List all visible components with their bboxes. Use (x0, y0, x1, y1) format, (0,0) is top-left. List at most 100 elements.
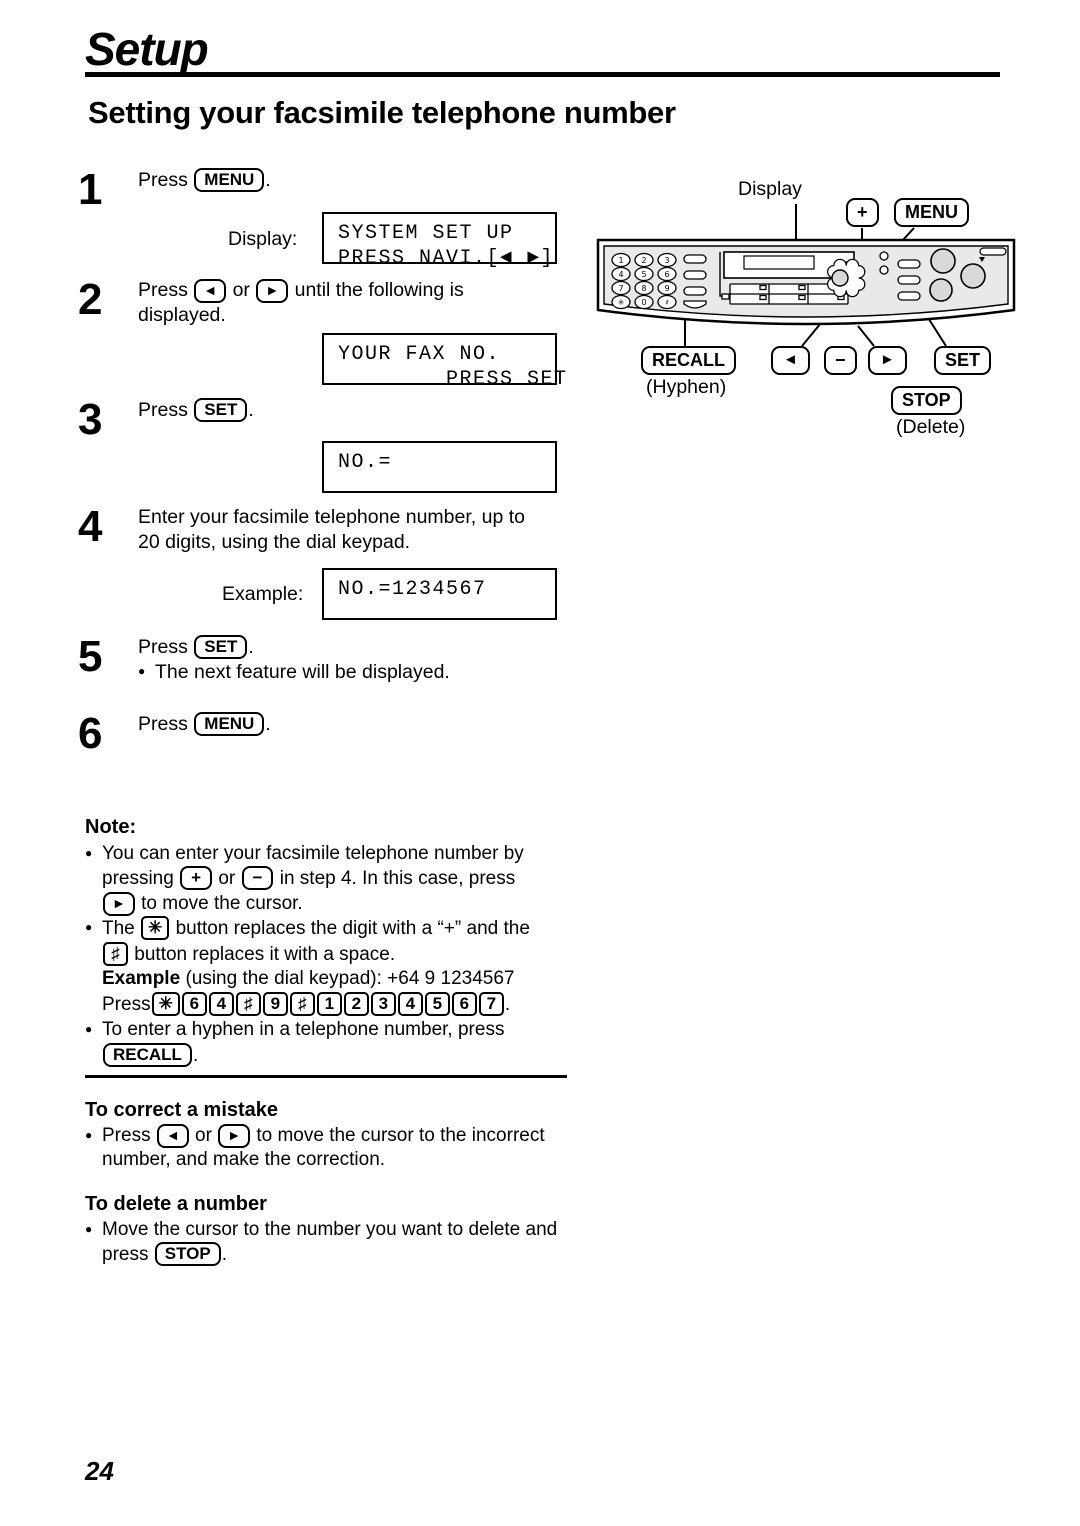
note-bullet-1: You can enter your facsimile telephone n… (85, 841, 585, 917)
recall-key[interactable]: RECALL (103, 1042, 192, 1067)
keypad-key-6[interactable]: 6 (181, 991, 207, 1016)
step-2-tail: until the following is (294, 279, 464, 301)
stop-sub-label: (Delete) (896, 416, 966, 438)
header-divider (85, 72, 1000, 77)
step-4-example-label: Example: (222, 583, 304, 605)
lcd-line-2: PRESS SET (338, 368, 568, 391)
correct-mistake-heading: To correct a mistake (85, 1099, 279, 1121)
set-key[interactable]: SET (194, 635, 248, 659)
left-arrow-key[interactable]: ◄ (194, 279, 227, 303)
note-b2-text3: button replaces it with a space. (134, 943, 396, 965)
step-3-press-label: Press (138, 399, 188, 421)
svg-text:6: 6 (664, 270, 669, 279)
note-b1-text2: in step 4. In this case, press (279, 868, 516, 889)
star-key[interactable]: ✳ (141, 916, 170, 940)
stop-key-callout[interactable]: STOP (891, 386, 962, 415)
step-2-instruction-line2: displayed. (138, 304, 226, 326)
svg-text:1: 1 (618, 256, 623, 265)
correct-mistake-bullet: Press ◄ or ► to move the cursor to the i… (85, 1123, 585, 1173)
step-6-press-label: Press (138, 713, 188, 735)
fax-machine-body: 1 2 3 4 5 6 7 8 9 ✳ 0 ♯ (596, 238, 1016, 326)
note-b3-text1: To enter a hyphen in a telephone number,… (102, 1019, 505, 1040)
keypad-key-7[interactable]: 7 (478, 991, 504, 1016)
keypad-key-hash[interactable]: ♯ (235, 991, 261, 1016)
right-arrow-key-callout[interactable]: ► (868, 346, 907, 375)
svg-text:9: 9 (664, 284, 669, 293)
cm-or: or (195, 1124, 212, 1146)
step-5-instruction: Press SET. (138, 635, 588, 660)
step-5-press-label: Press (138, 636, 188, 658)
dn-period: . (221, 1244, 228, 1265)
keypad-key-1[interactable]: 1 (316, 991, 342, 1016)
minus-key-callout[interactable]: − (824, 346, 857, 375)
step-1-period: . (265, 169, 271, 191)
minus-key[interactable]: − (241, 866, 274, 890)
note-example-line: Example (using the dial keypad): +64 9 1… (85, 967, 585, 992)
step-2-press-label: Press (138, 279, 188, 301)
step-4-instruction-line1: Enter your facsimile telephone number, u… (138, 506, 525, 528)
keypad-key-star[interactable]: ✳ (151, 991, 180, 1016)
set-key[interactable]: SET (194, 398, 248, 422)
page-number: 24 (85, 1456, 114, 1486)
lcd-step-2: YOUR FAX NO. PRESS SET (322, 333, 566, 391)
note-b2-text2: button replaces the digit with a “+” and… (175, 918, 530, 939)
menu-key-callout[interactable]: MENU (894, 198, 969, 227)
svg-text:8: 8 (641, 284, 646, 293)
step-3-period: . (248, 399, 254, 421)
hash-key[interactable]: ♯ (103, 941, 128, 966)
svg-text:4: 4 (618, 270, 623, 279)
step-4-instruction-line2: 20 digits, using the dial keypad. (138, 531, 411, 553)
cm-text2: to move the cursor to the incorrect (256, 1124, 545, 1146)
manual-page: Setup Setting your facsimile telephone n… (0, 0, 1080, 1526)
recall-key-callout[interactable]: RECALL (641, 346, 736, 375)
step-number: 3 (78, 395, 103, 444)
note-press-label: Press (102, 993, 151, 1015)
left-arrow-key-callout[interactable]: ◄ (771, 346, 810, 375)
keypad-key-hash-2[interactable]: ♯ (289, 991, 315, 1016)
plus-key[interactable]: + (180, 866, 213, 890)
lcd-step-3: NO.= (322, 441, 557, 493)
right-arrow-key[interactable]: ► (103, 891, 135, 916)
menu-key[interactable]: MENU (194, 168, 265, 192)
keypad-key-9[interactable]: 9 (262, 991, 288, 1016)
note-b1-text1: You can enter your facsimile telephone n… (102, 842, 524, 864)
note-bullet-3: To enter a hyphen in a telephone number,… (85, 1017, 585, 1068)
step-3-instruction: Press SET. (138, 398, 578, 423)
note-press-sequence: Press ✳ 6 4 ♯ 9 ♯ 1 2 3 4 5 6 7. (85, 991, 585, 1018)
delete-number-bullet: Move the cursor to the number you want t… (85, 1217, 585, 1268)
lcd-line-1: NO.=1234567 (338, 578, 487, 601)
keypad-key-3[interactable]: 3 (370, 991, 396, 1016)
step-2-or: or (232, 279, 250, 301)
note-example-rest: (using the dial keypad): +64 9 1234567 (185, 968, 515, 989)
lcd-line-1: YOUR FAX NO. (338, 343, 501, 366)
display-callout-label: Display (738, 178, 802, 200)
keypad-key-4-2[interactable]: 4 (397, 991, 423, 1016)
left-arrow-key[interactable]: ◄ (156, 1123, 189, 1148)
lcd-step-1: SYSTEM SET UP PRESS NAVI.[◄ ►] (322, 212, 557, 270)
stop-key[interactable]: STOP (154, 1242, 221, 1266)
set-key-callout[interactable]: SET (934, 346, 992, 375)
note-b1-pressing: pressing (102, 868, 174, 889)
step-number: 5 (78, 632, 103, 681)
keypad-key-2[interactable]: 2 (343, 991, 369, 1016)
dn-press-label: press (102, 1244, 149, 1265)
right-arrow-key[interactable]: ► (218, 1123, 251, 1148)
cm-press-label: Press (102, 1124, 151, 1146)
svg-text:♯: ♯ (665, 298, 669, 307)
plus-key-callout[interactable]: + (846, 198, 879, 227)
step-number: 2 (78, 275, 103, 324)
step-1-instruction: Press MENU. (138, 168, 578, 193)
menu-key[interactable]: MENU (194, 712, 265, 736)
step-4: 4 Enter your facsimile telephone number,… (78, 505, 588, 555)
note-heading: Note: (85, 816, 137, 838)
svg-text:5: 5 (641, 270, 646, 279)
keypad-key-4[interactable]: 4 (208, 991, 234, 1016)
note-press-period: . (504, 993, 511, 1015)
right-arrow-key[interactable]: ► (256, 279, 289, 303)
cm-line2: number, and make the correction. (102, 1149, 386, 1170)
keypad-key-6-2[interactable]: 6 (451, 991, 477, 1016)
step-6: 6 Press MENU. (78, 712, 588, 756)
note-example-bold: Example (102, 968, 181, 989)
correct-mistake-section: To correct a mistake Press ◄ or ► to mov… (85, 1098, 585, 1173)
keypad-key-5[interactable]: 5 (424, 991, 450, 1016)
